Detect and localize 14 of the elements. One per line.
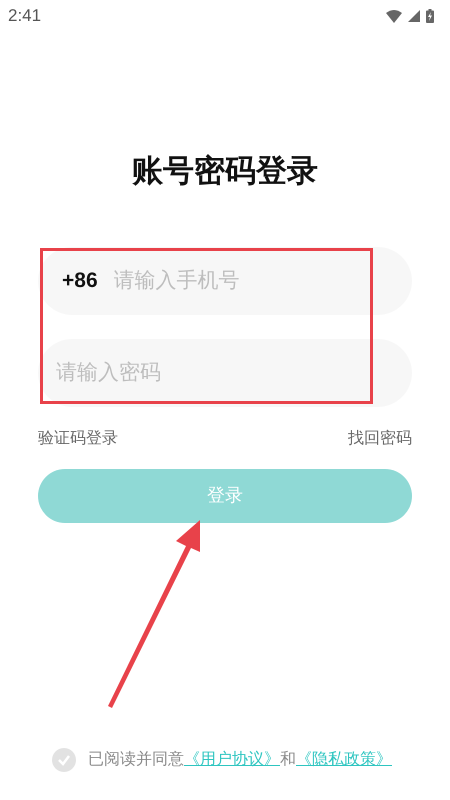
text-link[interactable]: 验证码登录 (38, 426, 118, 450)
text-link[interactable]: 找回密码 (348, 426, 412, 450)
phone-field[interactable]: +86 请输入手机号 (38, 246, 412, 314)
agreement-joiner: 和 (280, 750, 296, 770)
page-title: 账号密码登录 (131, 152, 319, 190)
signal-icon (408, 10, 420, 22)
agreement-text: 已阅读并同意 (88, 750, 184, 770)
status-time: 2:41 (8, 5, 42, 28)
checkbox-icon[interactable] (52, 748, 76, 772)
wifi-icon (386, 10, 402, 22)
password-field[interactable]: 请输入密码 (38, 338, 412, 406)
battery-icon (426, 9, 434, 23)
country-code[interactable]: +86 (62, 264, 98, 296)
phone-input[interactable]: 请输入手机号 (114, 264, 388, 296)
